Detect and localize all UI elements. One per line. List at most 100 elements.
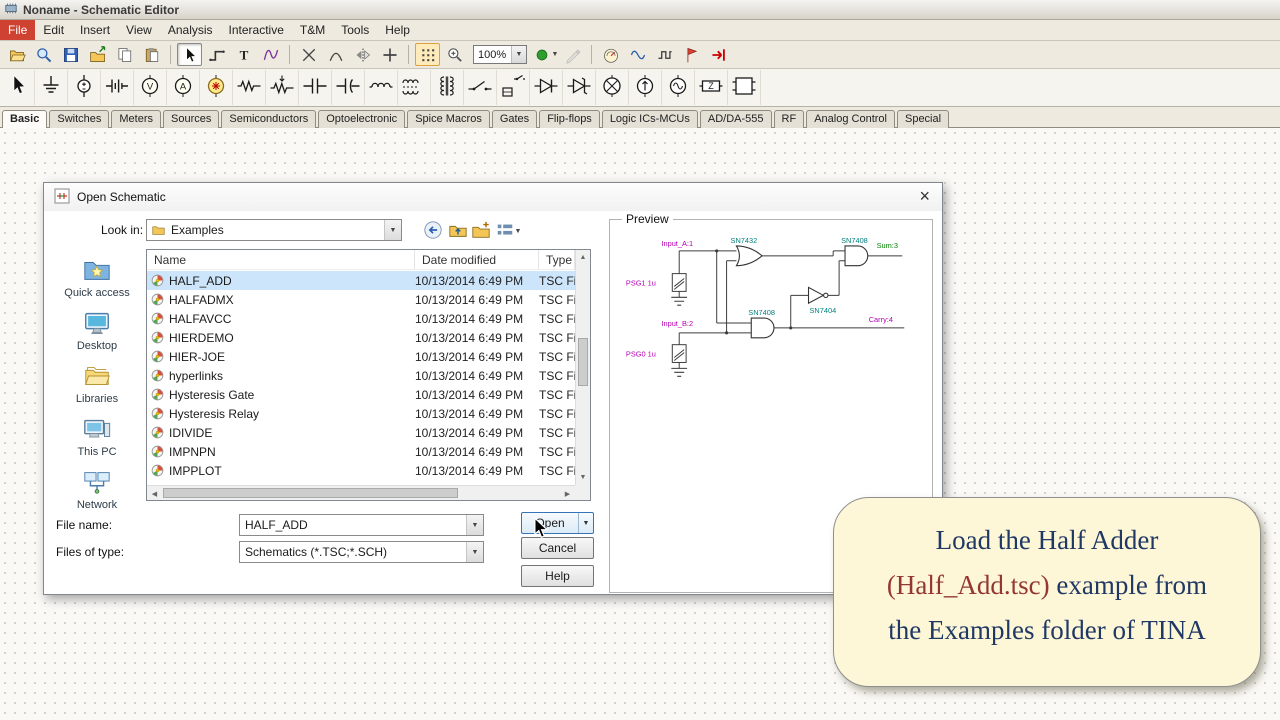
- tab-meters[interactable]: Meters: [111, 110, 162, 128]
- file-row[interactable]: HIER-JOE 10/13/2014 6:49 PM TSC Fi: [147, 347, 575, 366]
- component-select-button[interactable]: [2, 70, 35, 105]
- component-ground-button[interactable]: [35, 70, 68, 105]
- component-lamp-button[interactable]: [596, 70, 629, 105]
- ac-analysis-button[interactable]: [625, 43, 650, 66]
- select-cursor-button[interactable]: [177, 43, 202, 66]
- component-zener-diode-button[interactable]: [563, 70, 596, 105]
- menu-help[interactable]: Help: [377, 20, 418, 40]
- run-interactive-button[interactable]: [706, 43, 731, 66]
- component-potentiometer-button[interactable]: [266, 70, 299, 105]
- chevron-down-icon[interactable]: ▼: [466, 542, 483, 562]
- tab-spice-macros[interactable]: Spice Macros: [407, 110, 490, 128]
- pen-tool-button[interactable]: [560, 43, 585, 66]
- tab-rf[interactable]: RF: [773, 110, 805, 128]
- scroll-right-icon[interactable]: ▶: [560, 486, 575, 500]
- place-quick-access[interactable]: Quick access: [52, 255, 142, 299]
- open-button[interactable]: [4, 43, 29, 66]
- file-row[interactable]: Hysteresis Gate 10/13/2014 6:49 PM TSC Fi: [147, 385, 575, 404]
- tab-special[interactable]: Special: [896, 110, 950, 128]
- menu-tm[interactable]: T&M: [292, 20, 333, 40]
- component-current-source-button[interactable]: [629, 70, 662, 105]
- chevron-down-icon[interactable]: ▼: [466, 515, 483, 535]
- close-icon[interactable]: ×: [919, 186, 930, 206]
- look-in-select[interactable]: Examples ▼: [146, 219, 402, 241]
- dialog-title-bar[interactable]: Open Schematic ×: [44, 183, 942, 211]
- scroll-down-icon[interactable]: ▼: [576, 470, 590, 485]
- up-folder-button[interactable]: [447, 220, 469, 242]
- scroll-up-icon[interactable]: ▲: [576, 250, 590, 265]
- copy-button[interactable]: [112, 43, 137, 66]
- place-this-pc[interactable]: This PC: [52, 414, 142, 458]
- zoom-level-select[interactable]: 100% ▼: [473, 45, 527, 64]
- tab-ad-da-555[interactable]: AD/DA-555: [699, 110, 772, 128]
- component-relay-button[interactable]: [497, 70, 530, 105]
- waveform-tool-button[interactable]: [258, 43, 283, 66]
- delete-tool-button[interactable]: [296, 43, 321, 66]
- column-header-type[interactable]: Type: [539, 250, 575, 269]
- file-row[interactable]: IMPPLOT 10/13/2014 6:49 PM TSC Fi: [147, 461, 575, 480]
- file-row[interactable]: HALF_ADD 10/13/2014 6:49 PM TSC Fi: [147, 271, 575, 290]
- component-resistor-button[interactable]: [233, 70, 266, 105]
- file-row[interactable]: IDIVIDE 10/13/2014 6:49 PM TSC Fi: [147, 423, 575, 442]
- file-row[interactable]: HALFAVCC 10/13/2014 6:49 PM TSC Fi: [147, 309, 575, 328]
- paste-button[interactable]: [139, 43, 164, 66]
- help-button[interactable]: Help: [521, 565, 594, 587]
- zoom-in-button[interactable]: [442, 43, 467, 66]
- place-desktop[interactable]: Desktop: [52, 308, 142, 352]
- mirror-tool-button[interactable]: [350, 43, 375, 66]
- component-inductor-button[interactable]: [365, 70, 398, 105]
- component-diode-button[interactable]: [530, 70, 563, 105]
- tab-gates[interactable]: Gates: [491, 110, 538, 128]
- open-dropdown-icon[interactable]: ▼: [578, 513, 593, 533]
- chevron-down-icon[interactable]: ▼: [384, 220, 401, 240]
- tab-semiconductors[interactable]: Semiconductors: [221, 110, 317, 128]
- component-capacitor-button[interactable]: [299, 70, 332, 105]
- column-header-date-modified[interactable]: Date modified: [415, 250, 539, 269]
- horizontal-scrollbar[interactable]: ◀ ▶: [147, 485, 575, 500]
- component-switch-button[interactable]: [464, 70, 497, 105]
- tab-sources[interactable]: Sources: [163, 110, 220, 128]
- tab-flip-flops[interactable]: Flip-flops: [539, 110, 600, 128]
- component-coupled-inductor-button[interactable]: [398, 70, 431, 105]
- files-of-type-select[interactable]: Schematics (*.TSC;*.SCH) ▼: [239, 541, 484, 563]
- chevron-down-icon[interactable]: ▼: [511, 46, 526, 63]
- file-row[interactable]: HALFADMX 10/13/2014 6:49 PM TSC Fi: [147, 290, 575, 309]
- tab-analog-control[interactable]: Analog Control: [806, 110, 895, 128]
- back-button[interactable]: [422, 220, 444, 242]
- title-bar[interactable]: Noname - Schematic Editor: [0, 0, 1280, 20]
- node-tool-button[interactable]: [377, 43, 402, 66]
- component-voltage-source-button[interactable]: [68, 70, 101, 105]
- save-button[interactable]: [58, 43, 83, 66]
- menu-insert[interactable]: Insert: [72, 20, 118, 40]
- tab-switches[interactable]: Switches: [49, 110, 110, 128]
- component-impedance-button[interactable]: Z: [695, 70, 728, 105]
- component-generator-button[interactable]: [200, 70, 233, 105]
- horizontal-scrollbar-thumb[interactable]: [163, 488, 458, 498]
- component-electrolytic-capacitor-button[interactable]: [332, 70, 365, 105]
- menu-file[interactable]: File: [0, 20, 36, 40]
- menu-tools[interactable]: Tools: [333, 20, 377, 40]
- menu-analysis[interactable]: Analysis: [160, 20, 221, 40]
- component-ammeter-button[interactable]: A: [167, 70, 200, 105]
- scroll-left-icon[interactable]: ◀: [147, 486, 162, 500]
- text-tool-button[interactable]: T: [231, 43, 256, 66]
- wire-tool-button[interactable]: [204, 43, 229, 66]
- component-voltmeter-button[interactable]: V: [134, 70, 167, 105]
- analysis-flag-button[interactable]: [679, 43, 704, 66]
- transient-analysis-button[interactable]: [652, 43, 677, 66]
- menu-edit[interactable]: Edit: [35, 20, 72, 40]
- tab-basic[interactable]: Basic: [2, 110, 48, 128]
- place-network[interactable]: Network: [52, 467, 142, 511]
- vertical-scrollbar[interactable]: ▲ ▼: [575, 250, 590, 485]
- place-libraries[interactable]: Libraries: [52, 361, 142, 405]
- grid-toggle-button[interactable]: [415, 43, 440, 66]
- column-header-name[interactable]: Name: [147, 250, 415, 269]
- new-folder-button[interactable]: [470, 220, 492, 242]
- menu-view[interactable]: View: [118, 20, 160, 40]
- component-macro-button[interactable]: [728, 70, 761, 105]
- file-row[interactable]: Hysteresis Relay 10/13/2014 6:49 PM TSC Fi: [147, 404, 575, 423]
- vertical-scrollbar-thumb[interactable]: [578, 338, 588, 386]
- dc-analysis-button[interactable]: [598, 43, 623, 66]
- tab-logic-ics-mcus[interactable]: Logic ICs-MCUs: [601, 110, 698, 128]
- file-name-input[interactable]: HALF_ADD ▼: [239, 514, 484, 536]
